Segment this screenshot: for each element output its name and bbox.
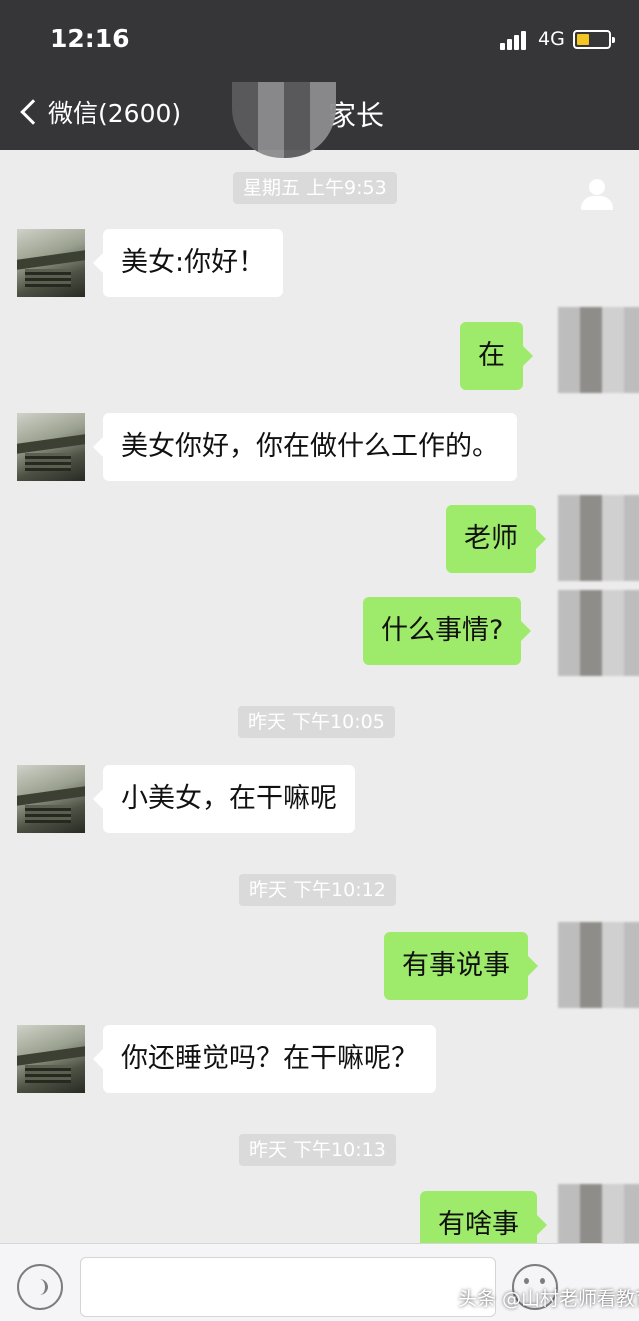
my-avatar[interactable]: [558, 590, 639, 676]
status-time: 12:16: [50, 24, 130, 53]
message-sent[interactable]: 老师: [446, 505, 546, 573]
watermark: 头条 @山村老师看教育: [458, 1288, 639, 1310]
timestamp: 星期五 上午9:53: [233, 172, 397, 204]
my-avatar[interactable]: [558, 922, 639, 1008]
chat-title: 家长: [328, 99, 385, 132]
voice-icon[interactable]: [17, 1264, 63, 1310]
message-sent[interactable]: 有啥事: [420, 1191, 547, 1243]
timestamp: 昨天 下午10:12: [239, 874, 396, 906]
message-received[interactable]: 小美女，在干嘛呢: [93, 765, 355, 833]
network-type: 4G: [538, 28, 565, 50]
message-received[interactable]: 你还睡觉吗？在干嘛呢？: [93, 1025, 436, 1093]
contact-avatar[interactable]: [17, 413, 85, 481]
message-input[interactable]: [80, 1257, 496, 1317]
my-avatar[interactable]: [558, 307, 639, 393]
my-avatar[interactable]: [558, 1184, 639, 1243]
my-avatar[interactable]: [558, 495, 639, 581]
message-received[interactable]: 美女:你好！: [92, 229, 284, 297]
message-sent[interactable]: 有事说事: [384, 932, 538, 1000]
back-button[interactable]: 微信(2600): [14, 94, 181, 130]
message-sent[interactable]: 在: [460, 322, 533, 390]
timestamp: 昨天 下午10:05: [238, 706, 395, 738]
chevron-left-icon: [20, 99, 46, 125]
signal-icon: [500, 30, 532, 50]
message-sent[interactable]: 什么事情?: [363, 597, 532, 665]
contact-avatar[interactable]: [17, 229, 85, 297]
contact-avatar[interactable]: [17, 1025, 85, 1093]
chat-area[interactable]: 星期五 上午9:53 美女:你好！ 在 美女你好，你在做什么工作的。 老师 什么…: [0, 150, 639, 1243]
timestamp: 昨天 下午10:13: [239, 1134, 396, 1166]
contact-avatar[interactable]: [17, 765, 85, 833]
status-bar: 12:16 4G: [0, 0, 639, 82]
back-label: 微信(2600): [48, 99, 182, 128]
message-received[interactable]: 美女你好，你在做什么工作的。: [93, 413, 517, 481]
battery-icon: [573, 30, 615, 49]
